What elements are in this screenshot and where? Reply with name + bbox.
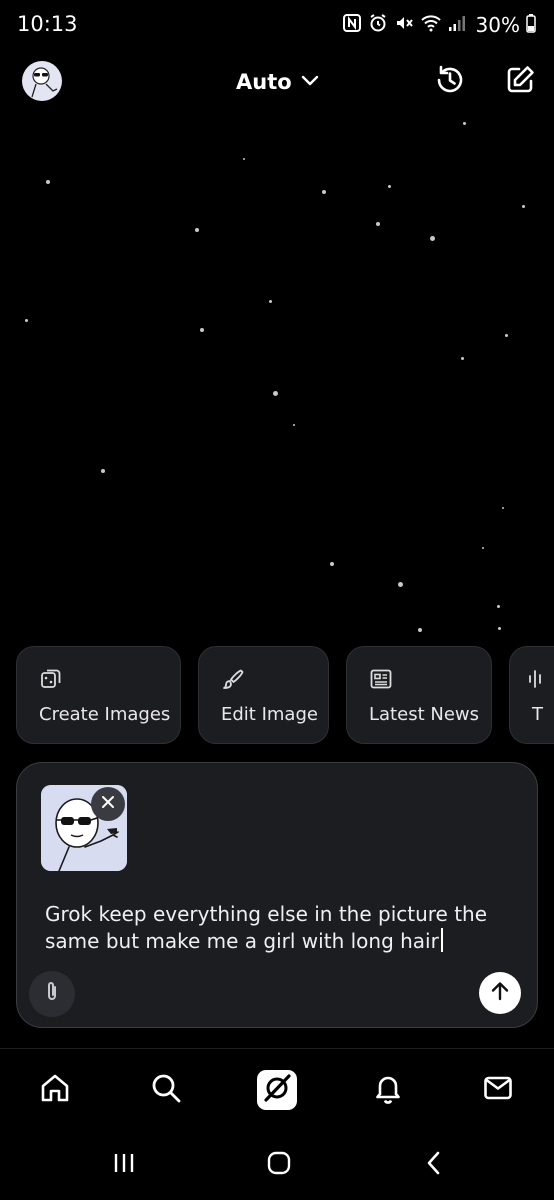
star <box>330 562 334 566</box>
star <box>388 185 391 188</box>
suggestion-label: Edit Image <box>221 704 318 725</box>
nav-grok[interactable] <box>257 1070 297 1110</box>
composer[interactable]: Grok keep everything else in the picture… <box>16 762 538 1028</box>
star <box>398 582 403 587</box>
battery-level: 30% <box>475 13 520 37</box>
model-label: Auto <box>236 70 292 94</box>
mute-icon <box>394 13 414 37</box>
prompt-text: Grok keep everything else in the picture… <box>45 902 488 953</box>
nav-notifications[interactable] <box>366 1068 410 1112</box>
text-caret <box>440 928 443 952</box>
suggestion-label: Create Images <box>39 704 171 725</box>
system-home-button[interactable] <box>259 1148 299 1182</box>
status-bar: 10:13 30% <box>0 0 554 52</box>
star <box>376 222 380 226</box>
prompt-input[interactable]: Grok keep everything else in the picture… <box>45 901 515 955</box>
model-selector[interactable]: Auto <box>236 66 320 98</box>
star <box>498 627 501 630</box>
star <box>101 469 105 473</box>
attach-button[interactable] <box>29 971 75 1017</box>
star <box>505 334 508 337</box>
status-icons: 30% <box>342 10 536 40</box>
star <box>46 180 50 184</box>
battery-icon <box>526 13 536 37</box>
remove-attachment-button[interactable] <box>91 787 125 821</box>
paperclip-icon <box>41 980 63 1008</box>
close-icon <box>100 794 116 814</box>
star <box>195 228 199 232</box>
signal-icon <box>448 13 466 37</box>
nfc-icon <box>342 13 362 37</box>
nav-search[interactable] <box>144 1068 188 1112</box>
star <box>322 190 326 194</box>
system-recents-button[interactable] <box>104 1148 144 1182</box>
recents-icon <box>111 1151 137 1179</box>
dice-image-icon <box>39 667 63 691</box>
star <box>430 236 435 241</box>
star <box>463 122 466 125</box>
star <box>482 547 484 549</box>
nav-divider <box>0 1048 554 1049</box>
home-circle-icon <box>266 1150 292 1180</box>
brush-icon <box>221 667 245 691</box>
send-button[interactable] <box>479 972 521 1014</box>
star <box>418 628 422 632</box>
suggestion-latest-news[interactable]: Latest News <box>346 646 492 744</box>
star <box>293 424 295 426</box>
notifications-icon <box>371 1071 405 1109</box>
history-icon[interactable] <box>432 62 468 98</box>
star <box>200 328 204 332</box>
avatar[interactable] <box>22 61 62 101</box>
suggestion-label: T <box>532 704 543 725</box>
suggestion-label: Latest News <box>369 704 479 725</box>
chevron-down-icon <box>300 73 320 92</box>
system-back-button[interactable] <box>414 1148 454 1182</box>
star <box>25 319 28 322</box>
star <box>269 300 272 303</box>
voice-wave-icon <box>526 667 550 691</box>
wifi-icon <box>420 13 442 37</box>
back-icon <box>424 1150 444 1180</box>
star <box>273 391 278 396</box>
search-icon <box>149 1071 183 1109</box>
messages-icon <box>481 1071 515 1109</box>
star <box>497 605 500 608</box>
star <box>502 507 504 509</box>
status-time: 10:13 <box>17 12 78 36</box>
newspaper-icon <box>369 667 393 691</box>
suggestion-edit-image[interactable]: Edit Image <box>198 646 329 744</box>
new-chat-icon[interactable] <box>502 62 538 98</box>
arrow-up-icon <box>488 979 512 1007</box>
star <box>522 205 525 208</box>
home-icon <box>38 1071 72 1109</box>
suggestion-create-images[interactable]: Create Images <box>16 646 181 744</box>
nav-messages[interactable] <box>476 1068 520 1112</box>
suggestion-voice[interactable]: T <box>509 646 554 744</box>
star <box>461 357 464 360</box>
star <box>243 158 245 160</box>
alarm-icon <box>368 13 388 37</box>
grok-icon <box>262 1073 292 1107</box>
nav-home[interactable] <box>33 1068 77 1112</box>
